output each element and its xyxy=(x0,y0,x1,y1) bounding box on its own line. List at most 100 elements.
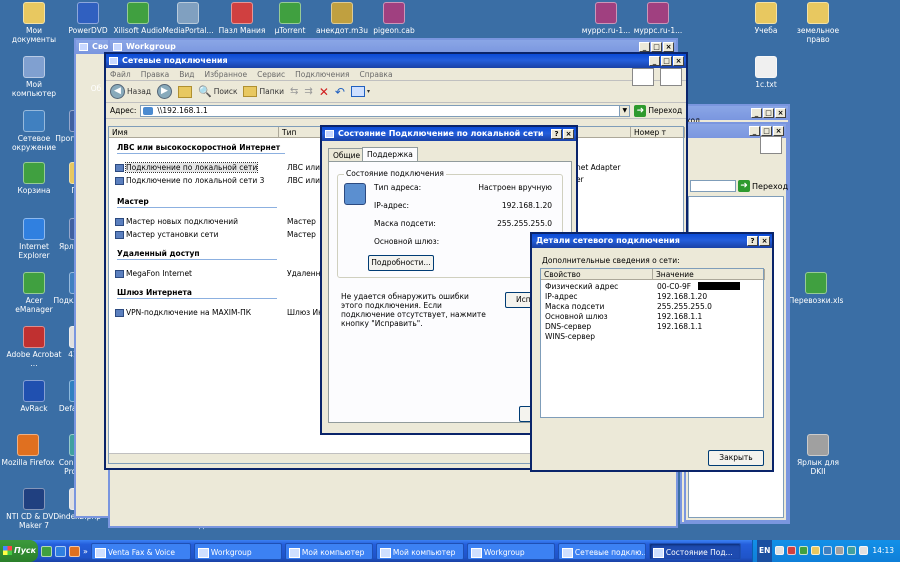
group-header: Удаленный доступ xyxy=(117,249,200,258)
menu-item[interactable]: Подключения xyxy=(295,70,349,79)
desktop-icon[interactable]: мурpc.ru-1... xyxy=(578,2,634,35)
close-details-button[interactable]: Закрыть xyxy=(708,450,764,466)
tray-app-icon-2[interactable] xyxy=(799,546,808,555)
close-button[interactable]: × xyxy=(663,42,674,52)
tray-app-icon-3[interactable] xyxy=(811,546,820,555)
connection-name: Мастер новых подключений xyxy=(126,217,238,226)
address-field[interactable]: \\192.168.1.1 ▼ xyxy=(140,104,631,117)
app-icon xyxy=(279,2,301,24)
undo-button[interactable]: ↶ xyxy=(335,85,345,99)
taskbar-button[interactable]: Workgroup xyxy=(466,542,555,560)
connection-icon xyxy=(115,164,124,172)
tray-expand-icon[interactable] xyxy=(775,546,784,555)
desktop-icon-label: Acer eManager xyxy=(15,296,53,314)
desktop-icon[interactable]: Учеба xyxy=(738,2,794,35)
desktop-icon[interactable]: земельное право xyxy=(790,2,846,44)
tab-general[interactable]: Общие xyxy=(328,148,366,162)
close-button[interactable]: × xyxy=(773,126,784,136)
detail-value: 255.255.255.0 xyxy=(657,302,712,311)
close-button[interactable]: × xyxy=(563,129,574,139)
menu-item[interactable]: Избранное xyxy=(205,70,248,79)
tray-network-icon[interactable] xyxy=(823,546,832,555)
detail-value: 192.168.1.1 xyxy=(657,312,703,321)
address-field[interactable] xyxy=(690,180,736,192)
minimize-button[interactable]: _ xyxy=(649,56,660,66)
desktop-icon[interactable]: 1c.txt xyxy=(738,56,794,89)
desktop-icon[interactable]: MediaPortal... xyxy=(160,2,216,35)
go-button-label: Переход xyxy=(648,106,683,115)
app-icon xyxy=(23,162,45,184)
taskbar-button[interactable]: Мой компьютер xyxy=(284,542,373,560)
back-button[interactable]: ◀ Назад xyxy=(110,84,151,99)
quicklaunch-ie-icon[interactable] xyxy=(55,545,66,557)
language-indicator[interactable]: EN xyxy=(757,540,773,562)
forward-button[interactable]: ▶ xyxy=(157,84,173,99)
maximize-button[interactable]: □ xyxy=(651,42,662,52)
taskbar-button[interactable]: Сетевые подклю... xyxy=(557,542,646,560)
col-property[interactable]: Свойство xyxy=(541,269,653,280)
taskbar-button[interactable]: Workgroup xyxy=(193,542,282,560)
copy-to-button[interactable]: ⇉ xyxy=(304,86,312,97)
menu-item[interactable]: Вид xyxy=(179,70,194,79)
delete-button[interactable]: ✕ xyxy=(319,85,329,99)
taskbar-button[interactable]: Venta Fax & Voice xyxy=(90,542,191,560)
desktop-icon[interactable]: Ярлык для DKII xyxy=(790,434,846,476)
menu-item[interactable]: Сервис xyxy=(257,70,285,79)
maximize-button[interactable]: □ xyxy=(661,56,672,66)
address-dropdown-arrow[interactable]: ▼ xyxy=(619,105,630,116)
details-button[interactable]: Подробности... xyxy=(368,255,434,271)
help-button[interactable]: ? xyxy=(747,236,758,246)
app-icon xyxy=(23,110,45,132)
start-button[interactable]: Пуск xyxy=(0,540,38,562)
status-dialog-titlebar[interactable]: Состояние Подключение по локальной сети … xyxy=(322,127,576,141)
help-button[interactable]: ? xyxy=(551,129,562,139)
minimize-button[interactable]: _ xyxy=(751,108,762,118)
desktop-icon[interactable]: PowerDVD xyxy=(60,2,116,35)
desktop-icon[interactable]: Мой компьютер xyxy=(6,56,62,98)
col-name[interactable]: Имя xyxy=(109,127,279,138)
tray-app-icon-1[interactable] xyxy=(787,546,796,555)
menu-item[interactable]: Справка xyxy=(360,70,393,79)
desktop-icon[interactable]: Mozilla Firefox xyxy=(0,434,56,467)
go-button[interactable]: ➜ Переход xyxy=(634,104,683,117)
desktop-icon[interactable]: Перевозки.xls xyxy=(788,272,844,305)
desktop-icon[interactable]: Xilisoft Audio xyxy=(110,2,166,35)
desktop-icon[interactable]: µTorrent xyxy=(262,2,318,35)
desktop-icon[interactable]: анекдот.m3u xyxy=(314,2,370,35)
tray-app-icon-5[interactable] xyxy=(859,546,868,555)
views-button[interactable]: ▾ xyxy=(350,86,370,97)
network-connections-titlebar[interactable]: Сетевые подключения _ □ × xyxy=(106,54,686,68)
quicklaunch-utorrent-icon[interactable] xyxy=(41,545,52,557)
go-button[interactable]: ➜ Переход xyxy=(738,180,788,192)
back-label: Назад xyxy=(127,87,152,96)
group-legend: Состояние подключения xyxy=(344,169,446,178)
col-value[interactable]: Значение xyxy=(653,269,765,280)
taskbar-button[interactable]: Мой компьютер xyxy=(375,542,464,560)
network-details-dialog[interactable]: Детали сетевого подключения ? × Дополните… xyxy=(530,232,774,472)
tray-app-icon-4[interactable] xyxy=(847,546,856,555)
close-button[interactable]: × xyxy=(775,108,786,118)
search-button[interactable]: 🔍 Поиск xyxy=(198,85,237,98)
col-number[interactable]: Номер т xyxy=(631,127,685,138)
menu-item[interactable]: Правка xyxy=(141,70,170,79)
minimize-button[interactable]: _ xyxy=(639,42,650,52)
tray-volume-icon[interactable] xyxy=(835,546,844,555)
close-button[interactable]: × xyxy=(759,236,770,246)
quicklaunch-firefox-icon[interactable] xyxy=(69,545,80,557)
maximize-button[interactable]: □ xyxy=(763,108,774,118)
desktop-icon-label: 1c.txt xyxy=(755,80,777,89)
menu-item[interactable]: Файл xyxy=(110,70,131,79)
clock[interactable]: 14:13 xyxy=(872,540,894,562)
details-dialog-titlebar[interactable]: Детали сетевого подключения ? × xyxy=(532,234,772,248)
minimize-button[interactable]: _ xyxy=(749,126,760,136)
folders-button[interactable]: Папки xyxy=(243,86,284,97)
maximize-button[interactable]: □ xyxy=(761,126,772,136)
up-folder-button[interactable] xyxy=(178,85,193,98)
desktop-icon[interactable]: pigeon.cab xyxy=(366,2,422,35)
desktop-icon[interactable]: Мои документы xyxy=(6,2,62,44)
close-button[interactable]: × xyxy=(673,56,684,66)
taskbar-button[interactable]: Состояние Под... xyxy=(648,542,741,560)
desktop-icon[interactable]: мурpc.ru-1... xyxy=(630,2,686,35)
details-list[interactable]: Свойство Значение Физический адрес 00-C0-… xyxy=(540,268,765,418)
move-to-button[interactable]: ⇆ xyxy=(290,86,298,97)
